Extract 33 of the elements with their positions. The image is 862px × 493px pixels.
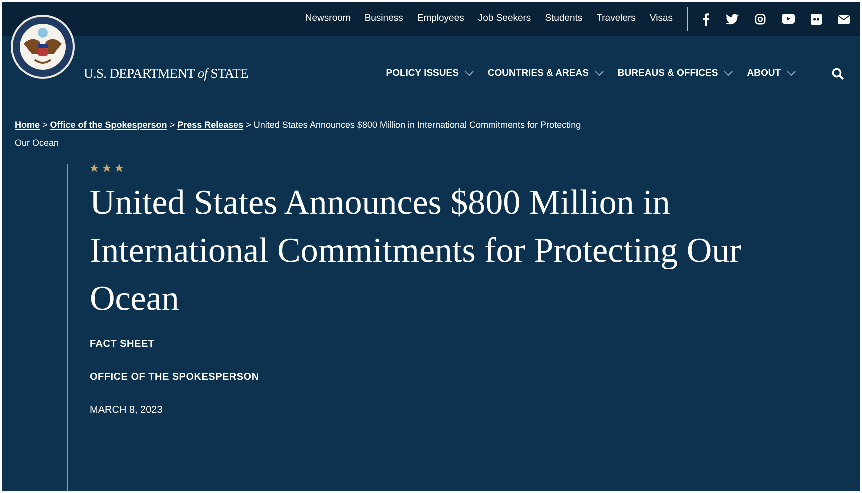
seal-icon[interactable] [10, 14, 76, 80]
breadcrumb: Home > Office of the Spokesperson > Press Releases > United States Announces $800 Million in International Commitments for Protecting Our Ocean [14, 119, 582, 150]
search-icon[interactable] [832, 68, 844, 80]
content-type: FACT SHEET [90, 338, 155, 352]
chevron-down-icon [724, 71, 734, 77]
letter-f-icon[interactable] [702, 12, 710, 26]
nav-menu-item[interactable]: COUNTRIES & AREAS [488, 66, 589, 82]
top-link[interactable]: Travelers [596, 12, 636, 26]
nav-menu-item[interactable]: ABOUT [747, 66, 781, 82]
camera-icon[interactable] [755, 14, 766, 24]
top-link[interactable]: Newsroom [305, 12, 351, 26]
nav-menu-item[interactable]: POLICY ISSUES [386, 66, 459, 82]
breadcrumb-link[interactable]: Home [15, 120, 40, 130]
bird-icon[interactable] [726, 14, 739, 24]
chevron-down-icon [787, 71, 796, 77]
chevron-down-icon [594, 71, 604, 77]
top-link[interactable]: Employees [417, 12, 464, 26]
top-link[interactable]: Job Seekers [478, 12, 532, 26]
stars-icon [90, 164, 124, 173]
page-title: United States Announces $800 Million in International Commitments for Protecting Our Ocean [90, 182, 742, 320]
breadcrumb-link[interactable]: Press Releases [178, 120, 244, 130]
breadcrumb-link[interactable]: Office of the Spokesperson [50, 120, 168, 130]
two-dots-icon[interactable] [811, 14, 822, 24]
nav-menu-item[interactable]: BUREAUS & OFFICES [618, 66, 718, 82]
site-name[interactable]: U.S. DEPARTMENT of STATE [84, 64, 248, 84]
envelope-icon[interactable] [838, 14, 850, 24]
author: OFFICE OF THE SPOKESPERSON [90, 371, 260, 385]
top-link[interactable]: Visas [650, 12, 673, 26]
date: MARCH 8, 2023 [90, 404, 163, 418]
play-icon[interactable] [782, 14, 795, 24]
top-link[interactable]: Students [545, 12, 583, 26]
chevron-down-icon [464, 71, 474, 77]
top-link[interactable]: Business [364, 12, 404, 26]
